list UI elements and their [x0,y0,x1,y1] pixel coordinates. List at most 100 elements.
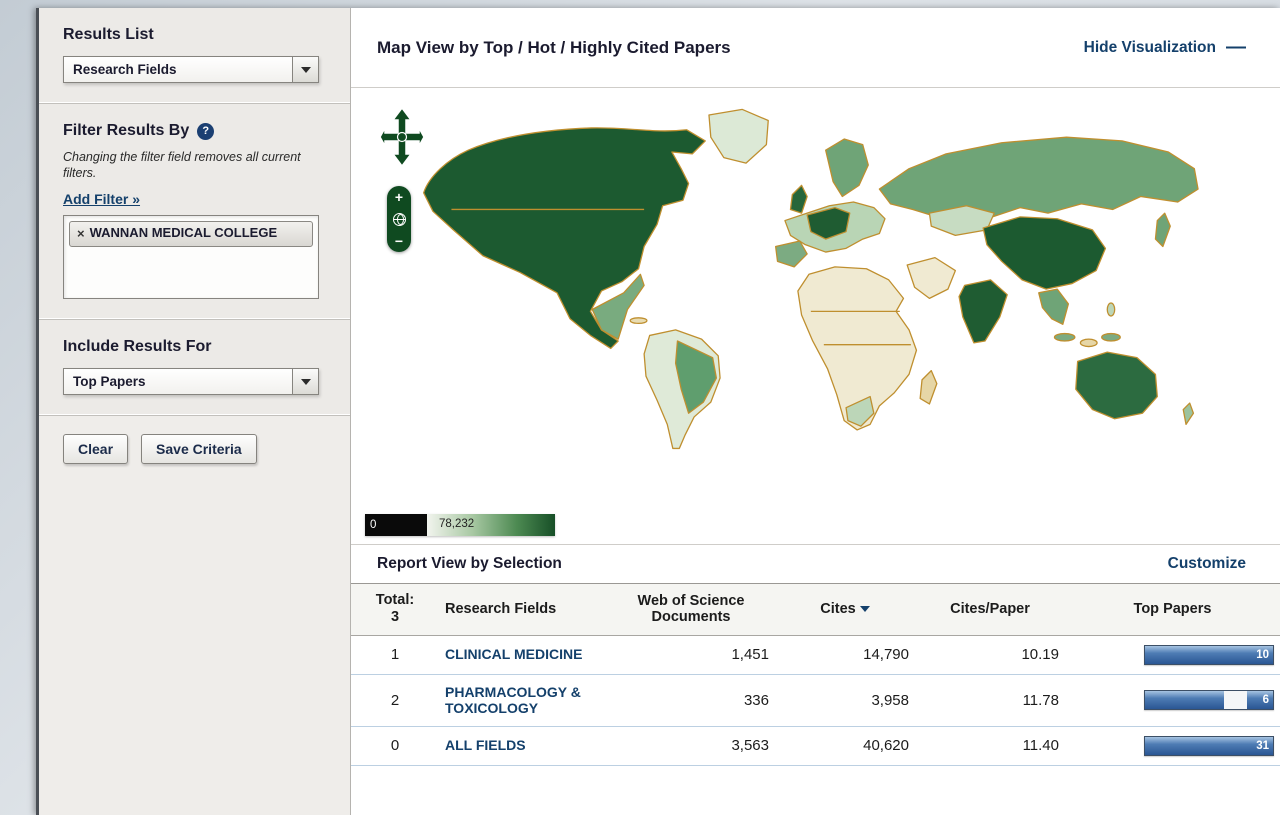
zoom-in-button[interactable]: + [395,190,403,204]
country-shape [709,109,768,163]
country-shape [879,137,1198,217]
report-view-title: Report View by Selection [377,555,562,573]
results-list-dropdown-button[interactable] [292,57,318,82]
cites-value: 40,620 [775,726,915,765]
zoom-out-button[interactable]: − [395,234,403,248]
include-results-dropdown-button[interactable] [292,369,318,394]
hide-visualization-label: Hide Visualization [1084,39,1216,57]
legend-min-value: 0 [365,514,427,536]
country-shape [1039,289,1069,324]
field-link-clinical-medicine[interactable]: CLINICAL MEDICINE [445,646,582,662]
cites-per-paper-value: 11.78 [915,674,1065,726]
results-list-heading: Results List [63,26,330,44]
cites-per-paper-value: 10.19 [915,635,1065,674]
help-icon[interactable]: ? [197,123,214,140]
cites-value: 14,790 [775,635,915,674]
cites-label: Cites [820,601,855,617]
remove-filter-icon[interactable]: × [77,226,85,242]
save-criteria-button[interactable]: Save Criteria [141,434,257,464]
results-list-dropdown[interactable]: Research Fields [63,56,319,83]
country-shape [1107,303,1114,316]
map-legend: 0 78,232 [365,514,555,536]
country-shape [826,139,869,196]
globe-icon[interactable] [393,213,406,226]
sort-descending-icon [860,606,870,612]
documents-value: 1,451 [607,635,775,674]
chevron-down-icon [301,379,311,385]
cites-per-paper-value: 11.40 [915,726,1065,765]
minimize-icon: — [1226,36,1246,59]
country-shape [959,280,1007,343]
field-link-all-fields[interactable]: ALL FIELDS [445,737,526,753]
filter-tag-label: WANNAN MEDICAL COLLEGE [90,226,278,241]
top-papers-bar[interactable]: 6 [1144,690,1274,710]
rank-value: 1 [351,635,439,674]
country-shape [1054,334,1074,341]
column-header-research-fields[interactable]: Research Fields [439,584,607,635]
filter-tag-wannan-medical-college[interactable]: × WANNAN MEDICAL COLLEGE [69,221,313,247]
documents-value: 3,563 [607,726,775,765]
legend-gradient: 78,232 [427,514,555,536]
top-papers-value: 31 [1256,740,1269,752]
table-row: 1 CLINICAL MEDICINE 1,451 14,790 10.19 1… [351,635,1280,674]
rank-value: 2 [351,674,439,726]
top-papers-value: 6 [1263,694,1269,706]
country-shape [790,185,807,213]
report-table: Total: 3 Research Fields Web of Science … [351,584,1280,766]
country-shape [983,217,1105,289]
sidebar: Results List Research Fields Filter Resu… [39,8,351,815]
column-header-documents[interactable]: Web of Science Documents [607,584,775,635]
country-shape [1080,339,1097,346]
include-results-section: Include Results For Top Papers [39,320,350,416]
field-link-pharmacology-toxicology[interactable]: PHARMACOLOGY & TOXICOLOGY [445,684,601,716]
active-filters-box: × WANNAN MEDICAL COLLEGE [63,215,319,299]
rank-value: 0 [351,726,439,765]
map-pan-control[interactable] [379,106,425,178]
cites-value: 3,958 [775,674,915,726]
map-region: + − 0 78,232 [351,88,1280,544]
clear-button[interactable]: Clear [63,434,128,464]
country-shape [1155,213,1170,246]
total-label: Total: [357,592,433,609]
top-papers-value: 10 [1256,649,1269,661]
filter-by-heading: Filter Results By [63,122,189,140]
documents-value: 336 [607,674,775,726]
results-list-selected-value: Research Fields [64,62,177,77]
country-shape [776,241,807,267]
table-header-row: Total: 3 Research Fields Web of Science … [351,584,1280,635]
map-zoom-control[interactable]: + − [387,186,411,252]
total-count: Total: 3 [351,584,439,635]
top-papers-bar[interactable]: 31 [1144,736,1274,756]
country-shape [630,318,647,324]
country-shape [920,371,937,404]
actions-section: Clear Save Criteria [39,416,350,815]
column-header-cites[interactable]: Cites [775,584,915,635]
report-header: Report View by Selection Customize [351,544,1280,584]
table-row: 0 ALL FIELDS 3,563 40,620 11.40 31 [351,726,1280,765]
total-value: 3 [357,609,433,626]
results-list-section: Results List Research Fields [39,8,350,104]
main-panel: Map View by Top / Hot / Highly Cited Pap… [351,8,1280,815]
filter-section: Filter Results By ? Changing the filter … [39,104,350,320]
top-papers-bar[interactable]: 10 [1144,645,1274,665]
visualization-header: Map View by Top / Hot / Highly Cited Pap… [351,8,1280,88]
add-filter-link[interactable]: Add Filter » [63,191,140,207]
world-map[interactable] [409,102,1209,454]
map-view-title: Map View by Top / Hot / Highly Cited Pap… [377,38,731,58]
filter-note: Changing the filter field removes all cu… [63,150,303,181]
legend-max-value: 78,232 [439,518,474,530]
table-row: 2 PHARMACOLOGY & TOXICOLOGY 336 3,958 11… [351,674,1280,726]
country-shape [424,128,706,349]
country-shape [907,258,955,299]
column-header-top-papers[interactable]: Top Papers [1065,584,1280,635]
country-shape [1076,352,1158,419]
include-results-dropdown[interactable]: Top Papers [63,368,319,395]
customize-link[interactable]: Customize [1168,555,1246,573]
hide-visualization-link[interactable]: Hide Visualization — [1084,36,1246,59]
app-window: Results List Research Fields Filter Resu… [36,8,1280,815]
column-header-cites-per-paper[interactable]: Cites/Paper [915,584,1065,635]
include-results-selected-value: Top Papers [64,374,146,389]
country-shape [1183,403,1193,424]
include-results-heading: Include Results For [63,338,330,356]
pan-center-icon [398,133,407,142]
